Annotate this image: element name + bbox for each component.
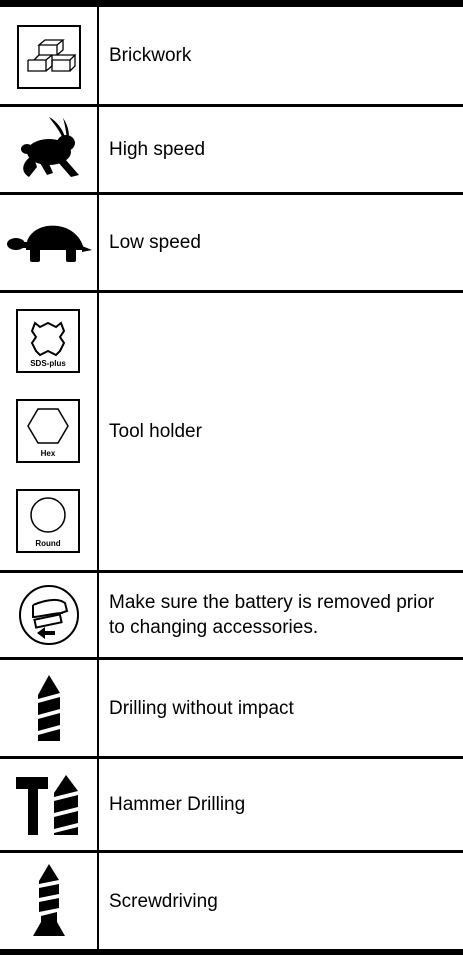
round-icon: Round bbox=[16, 489, 80, 553]
row-label-screwdriving: Screwdriving bbox=[109, 890, 218, 912]
row-label-tool-holder: Tool holder bbox=[109, 421, 202, 442]
hex-icon: Hex bbox=[16, 399, 80, 463]
row-label-hammer-drilling: Hammer Drilling bbox=[109, 794, 246, 815]
screwdriver-bit-icon bbox=[32, 864, 65, 936]
hammer-drill-icon-cell bbox=[0, 759, 97, 850]
turtle-icon bbox=[6, 225, 92, 262]
brickwork-icon-cell bbox=[0, 10, 97, 104]
hammer-drill-icon bbox=[15, 774, 78, 835]
battery-removal-icon-cell bbox=[0, 573, 97, 657]
row-label-battery-warning: Make sure the battery is removed prior t… bbox=[109, 592, 435, 638]
row-label-high-speed: High speed bbox=[109, 139, 206, 160]
sds-plus-icon: SDS-plus bbox=[16, 309, 80, 373]
turtle-icon-cell bbox=[0, 195, 97, 290]
row-label-drilling: Drilling without impact bbox=[109, 697, 294, 719]
drill-bit-icon bbox=[37, 675, 60, 741]
rabbit-icon bbox=[20, 116, 79, 177]
top-rule bbox=[0, 0, 463, 7]
row-label-brickwork: Brickwork bbox=[109, 45, 192, 66]
rabbit-icon-cell bbox=[0, 107, 97, 192]
brickwork-icon bbox=[16, 25, 81, 89]
battery-removal-icon bbox=[18, 585, 79, 645]
sds-plus-caption: SDS-plus bbox=[30, 359, 66, 368]
drill-bit-icon-cell bbox=[0, 660, 97, 756]
bottom-rule bbox=[0, 949, 463, 955]
tool-holder-icons: SDS-plus Hex Round bbox=[0, 293, 97, 570]
column-divider bbox=[97, 0, 99, 955]
round-caption: Round bbox=[35, 539, 61, 548]
row-label-low-speed: Low speed bbox=[109, 232, 201, 253]
hex-caption: Hex bbox=[40, 449, 56, 458]
screwdriver-bit-icon-cell bbox=[0, 853, 97, 949]
